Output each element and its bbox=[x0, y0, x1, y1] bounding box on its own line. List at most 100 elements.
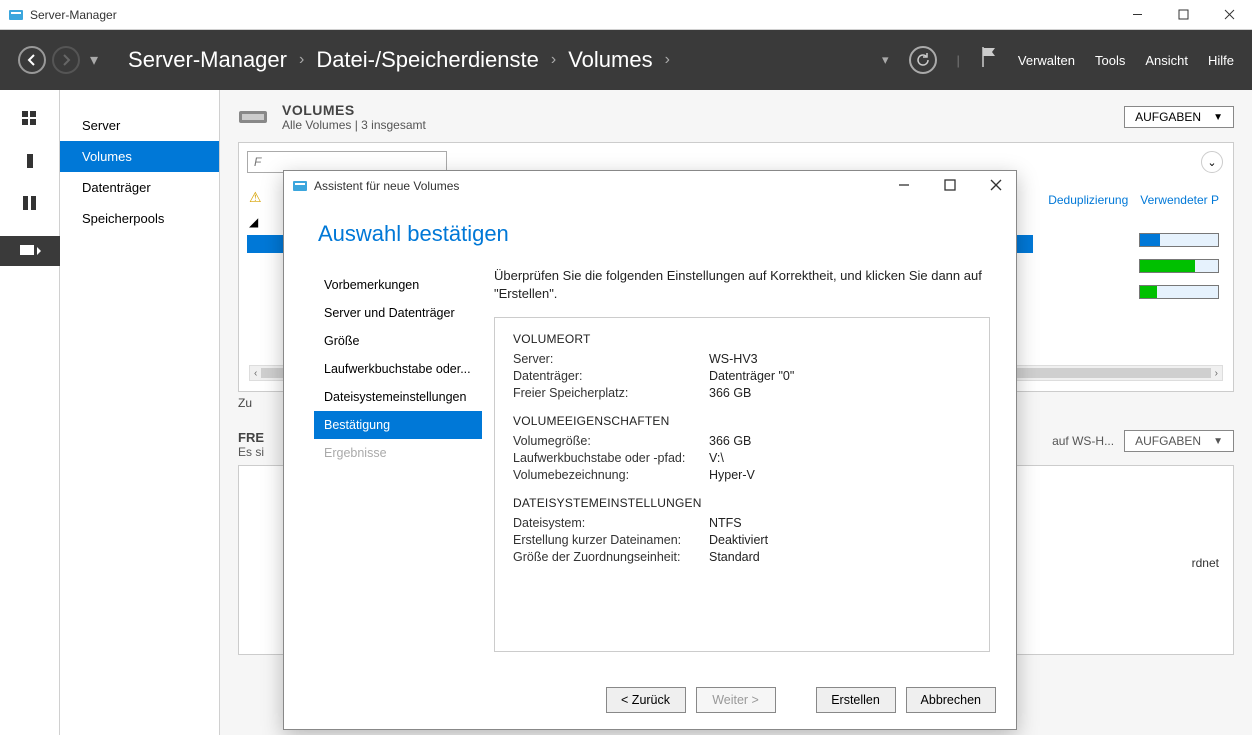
header: ▾ Server-Manager › Datei-/Speicherdienst… bbox=[0, 30, 1252, 90]
menu-tools[interactable]: Tools bbox=[1095, 53, 1125, 68]
wizard-steps: VorbemerkungenServer und DatenträgerGröß… bbox=[314, 257, 482, 675]
rail-server-icon[interactable] bbox=[21, 152, 39, 170]
summary-value: NTFS bbox=[709, 516, 742, 530]
wizard-instruction: Überprüfen Sie die folgenden Einstellung… bbox=[494, 267, 990, 303]
freigaben-subtitle: Es si bbox=[238, 445, 264, 459]
wizard-step[interactable]: Laufwerkbuchstabe oder... bbox=[314, 355, 482, 383]
dropdown-caret-icon[interactable]: ▾ bbox=[882, 52, 889, 68]
summary-section-title: DATEISYSTEMEINSTELLUNGEN bbox=[513, 496, 971, 510]
aufgaben-button[interactable]: AUFGABEN ▼ bbox=[1124, 106, 1234, 128]
caret-down-icon: ▼ bbox=[1213, 436, 1223, 447]
expand-toggle-icon[interactable]: ⌄ bbox=[1201, 151, 1223, 173]
summary-row: Server:WS-HV3 bbox=[513, 352, 971, 366]
wizard-summary: VOLUMEORTServer:WS-HV3Datenträger:Datent… bbox=[494, 317, 990, 652]
wizard-footer: < Zurück Weiter > Erstellen Abbrechen bbox=[284, 675, 1016, 729]
wizard-icon bbox=[292, 178, 308, 194]
col-deduplizierung[interactable]: Deduplizierung bbox=[1048, 193, 1128, 207]
summary-row: Datenträger:Datenträger "0" bbox=[513, 369, 971, 383]
usage-bar bbox=[1139, 259, 1219, 273]
chevron-right-icon: › bbox=[551, 51, 556, 69]
chevron-right-icon: › bbox=[665, 51, 670, 69]
nav-dropdown-icon[interactable]: ▾ bbox=[90, 50, 98, 70]
summary-row: Laufwerkbuchstabe oder -pfad:V:\ bbox=[513, 451, 971, 465]
volumes-title: VOLUMES bbox=[282, 102, 426, 118]
breadcrumb-item[interactable]: Volumes bbox=[568, 47, 652, 73]
rail-dashboard-icon[interactable] bbox=[21, 110, 39, 128]
panel2-text: rdnet bbox=[1192, 556, 1219, 570]
close-button[interactable] bbox=[1206, 0, 1252, 30]
summary-label: Server: bbox=[513, 352, 709, 366]
sidebar-item-speicherpools[interactable]: Speicherpools bbox=[60, 203, 219, 234]
sidebar-item-volumes[interactable]: Volumes bbox=[60, 141, 219, 172]
col-verwendeter[interactable]: Verwendeter P bbox=[1140, 193, 1219, 207]
volumes-header: VOLUMES Alle Volumes | 3 insgesamt AUFGA… bbox=[238, 102, 1234, 132]
rail-servers-icon[interactable] bbox=[21, 194, 39, 212]
create-button[interactable]: Erstellen bbox=[816, 687, 896, 713]
summary-value: Standard bbox=[709, 550, 760, 564]
summary-label: Laufwerkbuchstabe oder -pfad: bbox=[513, 451, 709, 465]
cancel-button[interactable]: Abbrechen bbox=[906, 687, 996, 713]
divider: | bbox=[957, 53, 960, 68]
summary-row: Freier Speicherplatz:366 GB bbox=[513, 386, 971, 400]
menu-verwalten[interactable]: Verwalten bbox=[1018, 53, 1075, 68]
scroll-left-icon[interactable]: ‹ bbox=[254, 368, 257, 379]
collapse-triangle-icon[interactable]: ◢ bbox=[249, 215, 258, 229]
summary-value: Hyper-V bbox=[709, 468, 755, 482]
summary-label: Volumebezeichnung: bbox=[513, 468, 709, 482]
wizard-minimize-button[interactable] bbox=[892, 176, 916, 196]
breadcrumb: Server-Manager › Datei-/Speicherdienste … bbox=[128, 47, 670, 73]
wizard-step[interactable]: Vorbemerkungen bbox=[314, 271, 482, 299]
scroll-right-icon[interactable]: › bbox=[1215, 368, 1218, 379]
summary-row: Dateisystem:NTFS bbox=[513, 516, 971, 530]
refresh-button[interactable] bbox=[909, 46, 937, 74]
summary-label: Erstellung kurzer Dateinamen: bbox=[513, 533, 709, 547]
minimize-button[interactable] bbox=[1114, 0, 1160, 30]
rail-storage-icon[interactable] bbox=[0, 236, 60, 266]
maximize-button[interactable] bbox=[1160, 0, 1206, 30]
nav-back-button[interactable] bbox=[18, 46, 46, 74]
wizard-maximize-button[interactable] bbox=[938, 176, 962, 196]
summary-section-title: VOLUMEEIGENSCHAFTEN bbox=[513, 414, 971, 428]
sidebar-item-server[interactable]: Server bbox=[60, 110, 219, 141]
sidebar-item-datentraeger[interactable]: Datenträger bbox=[60, 172, 219, 203]
summary-row: Erstellung kurzer Dateinamen:Deaktiviert bbox=[513, 533, 971, 547]
summary-value: WS-HV3 bbox=[709, 352, 758, 366]
window-title-bar: Server-Manager bbox=[0, 0, 1252, 30]
breadcrumb-item[interactable]: Datei-/Speicherdienste bbox=[316, 47, 539, 73]
freigaben-context: auf WS-H... bbox=[1052, 434, 1114, 448]
icon-rail bbox=[0, 90, 60, 735]
new-volume-wizard: Assistent für neue Volumes Auswahl bestä… bbox=[283, 170, 1017, 730]
caret-down-icon: ▼ bbox=[1213, 112, 1223, 123]
aufgaben-label: AUFGABEN bbox=[1135, 434, 1201, 448]
wizard-step: Ergebnisse bbox=[314, 439, 482, 467]
summary-label: Freier Speicherplatz: bbox=[513, 386, 709, 400]
wizard-step[interactable]: Dateisystemeinstellungen bbox=[314, 383, 482, 411]
summary-label: Dateisystem: bbox=[513, 516, 709, 530]
next-button: Weiter > bbox=[696, 687, 776, 713]
summary-label: Datenträger: bbox=[513, 369, 709, 383]
summary-value: 366 GB bbox=[709, 434, 751, 448]
summary-label: Größe der Zuordnungseinheit: bbox=[513, 550, 709, 564]
aufgaben-label: AUFGABEN bbox=[1135, 110, 1201, 124]
wizard-close-button[interactable] bbox=[984, 176, 1008, 196]
window-title: Server-Manager bbox=[30, 8, 1114, 22]
menu-ansicht[interactable]: Ansicht bbox=[1145, 53, 1188, 68]
volumes-subtitle: Alle Volumes | 3 insgesamt bbox=[282, 118, 426, 132]
freigaben-title: FRE bbox=[238, 430, 264, 445]
wizard-step[interactable]: Bestätigung bbox=[314, 411, 482, 439]
wizard-title-bar: Assistent für neue Volumes bbox=[284, 171, 1016, 201]
wizard-step[interactable]: Server und Datenträger bbox=[314, 299, 482, 327]
summary-row: Volumebezeichnung:Hyper-V bbox=[513, 468, 971, 482]
app-icon bbox=[8, 7, 24, 23]
breadcrumb-item[interactable]: Server-Manager bbox=[128, 47, 287, 73]
notifications-flag-icon[interactable] bbox=[980, 46, 998, 74]
summary-value: 366 GB bbox=[709, 386, 751, 400]
back-button[interactable]: < Zurück bbox=[606, 687, 686, 713]
summary-value: Deaktiviert bbox=[709, 533, 768, 547]
wizard-step[interactable]: Größe bbox=[314, 327, 482, 355]
summary-row: Volumegröße:366 GB bbox=[513, 434, 971, 448]
summary-label: Volumegröße: bbox=[513, 434, 709, 448]
wizard-heading: Auswahl bestätigen bbox=[284, 201, 1016, 257]
menu-hilfe[interactable]: Hilfe bbox=[1208, 53, 1234, 68]
aufgaben-button-2[interactable]: AUFGABEN ▼ bbox=[1124, 430, 1234, 452]
